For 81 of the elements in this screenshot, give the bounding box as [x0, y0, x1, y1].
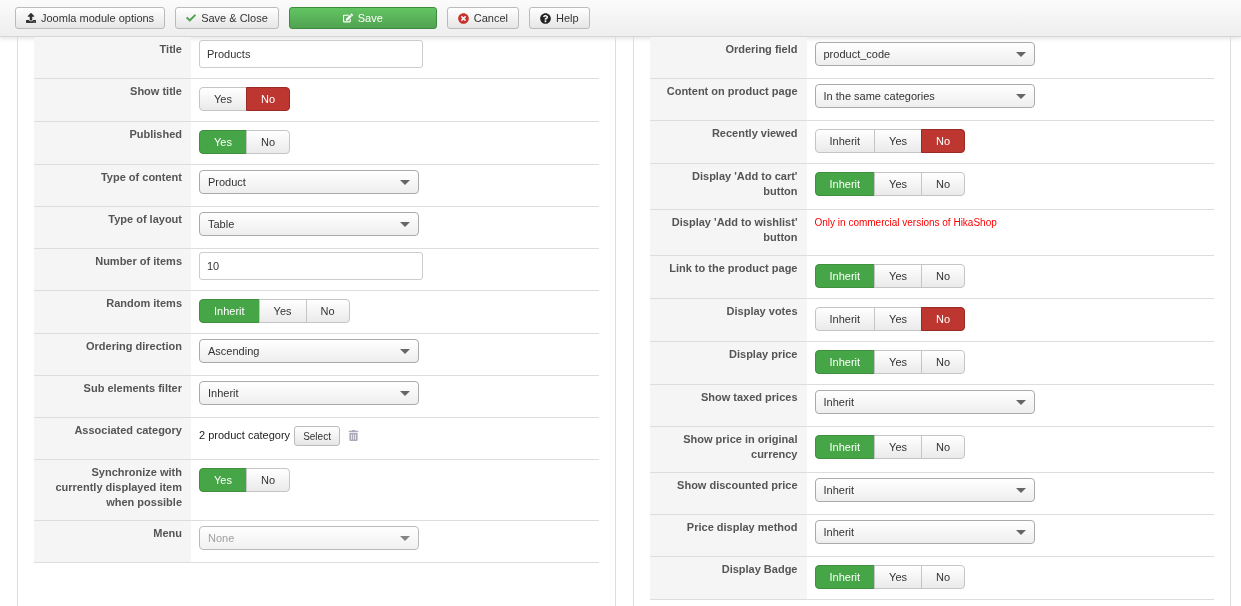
caret-icon: [1015, 529, 1026, 535]
toggle-option[interactable]: No: [245, 87, 290, 111]
caret-icon: [1015, 487, 1026, 493]
field-label: Recently viewed: [649, 121, 807, 163]
toggle-option[interactable]: No: [245, 130, 290, 154]
field-label: Synchronize with currently displayed item when possible: [34, 460, 191, 520]
caret-icon: [1015, 51, 1026, 57]
field-label: Display Badge: [649, 557, 807, 599]
field-label: Price display method: [649, 515, 807, 556]
toggle-option[interactable]: No: [921, 350, 966, 374]
field-label: Link to the product page: [649, 256, 807, 298]
field-label: Number of items: [34, 249, 191, 290]
field-label: Published: [34, 122, 191, 164]
caret-icon: [1015, 399, 1026, 405]
field-label: Display 'Add to cart' button: [649, 164, 807, 209]
toggle-option[interactable]: No: [921, 565, 966, 589]
field-label: Type of content: [34, 165, 191, 206]
field-label: Display 'Add to wishlist' button: [649, 210, 807, 255]
field-label: Display votes: [649, 299, 807, 341]
edit-icon: [342, 13, 353, 23]
field-label: Show title: [34, 79, 191, 121]
toggle-option[interactable]: Inherit: [814, 129, 876, 153]
select-dropdown[interactable]: Inherit: [814, 390, 1035, 414]
toolbar-button[interactable]: Help: [529, 7, 590, 29]
checkmark-icon: [186, 13, 197, 23]
toggle-option[interactable]: Yes: [874, 129, 923, 153]
select-dropdown[interactable]: Ascending: [199, 339, 419, 363]
field-label: Show discounted price: [649, 473, 807, 514]
toggle-option[interactable]: Yes: [258, 299, 307, 323]
caret-icon: [400, 179, 410, 185]
select-dropdown[interactable]: Inherit: [199, 381, 419, 405]
toggle-option[interactable]: Inherit: [814, 307, 876, 331]
field-label: Display price: [649, 342, 807, 384]
toggle-option[interactable]: Yes: [874, 435, 923, 459]
caret-icon: [400, 390, 410, 396]
toggle-option[interactable]: No: [921, 172, 966, 196]
toggle-option[interactable]: Yes: [874, 172, 923, 196]
field-label: Sub elements filter: [34, 376, 191, 417]
select-dropdown[interactable]: Inherit: [814, 520, 1035, 544]
field-label: Associated category: [34, 418, 191, 459]
select-dropdown[interactable]: In the same categories: [814, 84, 1035, 108]
toggle-option[interactable]: No: [245, 468, 290, 492]
field-label: Random items: [34, 291, 191, 333]
caret-icon: [400, 535, 410, 541]
toggle-option[interactable]: No: [921, 435, 966, 459]
toolbar-button[interactable]: Joomla module options: [15, 7, 166, 29]
select-dropdown[interactable]: Inherit: [814, 478, 1035, 502]
field-label: Show price in original currency: [649, 427, 807, 472]
caret-icon: [400, 221, 410, 227]
toolbar-button[interactable]: Cancel: [446, 7, 520, 29]
upload-icon: [26, 13, 36, 23]
field-label: Ordering direction: [34, 334, 191, 375]
field-label: Type of layout: [34, 207, 191, 248]
select-dropdown[interactable]: Table: [199, 212, 419, 236]
toggle-option[interactable]: Yes: [199, 87, 247, 111]
caret-icon: [1015, 93, 1026, 99]
text-field[interactable]: Products: [199, 40, 423, 68]
notice-text: Only in commercial versions of HikaShop: [814, 217, 997, 228]
toggle-option[interactable]: Yes: [874, 307, 923, 331]
toggle-option[interactable]: No: [305, 299, 350, 323]
select-button[interactable]: Select: [294, 426, 340, 446]
toggle-option[interactable]: Yes: [874, 565, 923, 589]
select-dropdown[interactable]: Product: [199, 170, 419, 194]
toggle-option[interactable]: Yes: [874, 264, 923, 288]
toggle-option[interactable]: No: [921, 264, 966, 288]
field-label: Content on product page: [649, 79, 807, 120]
help-icon: [540, 12, 552, 24]
field-label: Title: [34, 37, 191, 78]
field-label: Show taxed prices: [649, 385, 807, 426]
toolbar-button[interactable]: Save & Close: [175, 7, 279, 29]
cancel-icon: [457, 12, 469, 24]
toggle-option[interactable]: Yes: [874, 350, 923, 374]
caret-icon: [400, 348, 410, 354]
toggle-option[interactable]: No: [921, 129, 966, 153]
field-label: Menu: [34, 521, 191, 562]
category-count: 2 product category: [199, 429, 291, 441]
trash-icon[interactable]: [347, 430, 359, 441]
select-dropdown[interactable]: product_code: [814, 42, 1035, 66]
toggle-option[interactable]: No: [921, 307, 966, 331]
text-field[interactable]: 10: [199, 252, 423, 280]
field-label: Ordering field: [649, 37, 807, 78]
